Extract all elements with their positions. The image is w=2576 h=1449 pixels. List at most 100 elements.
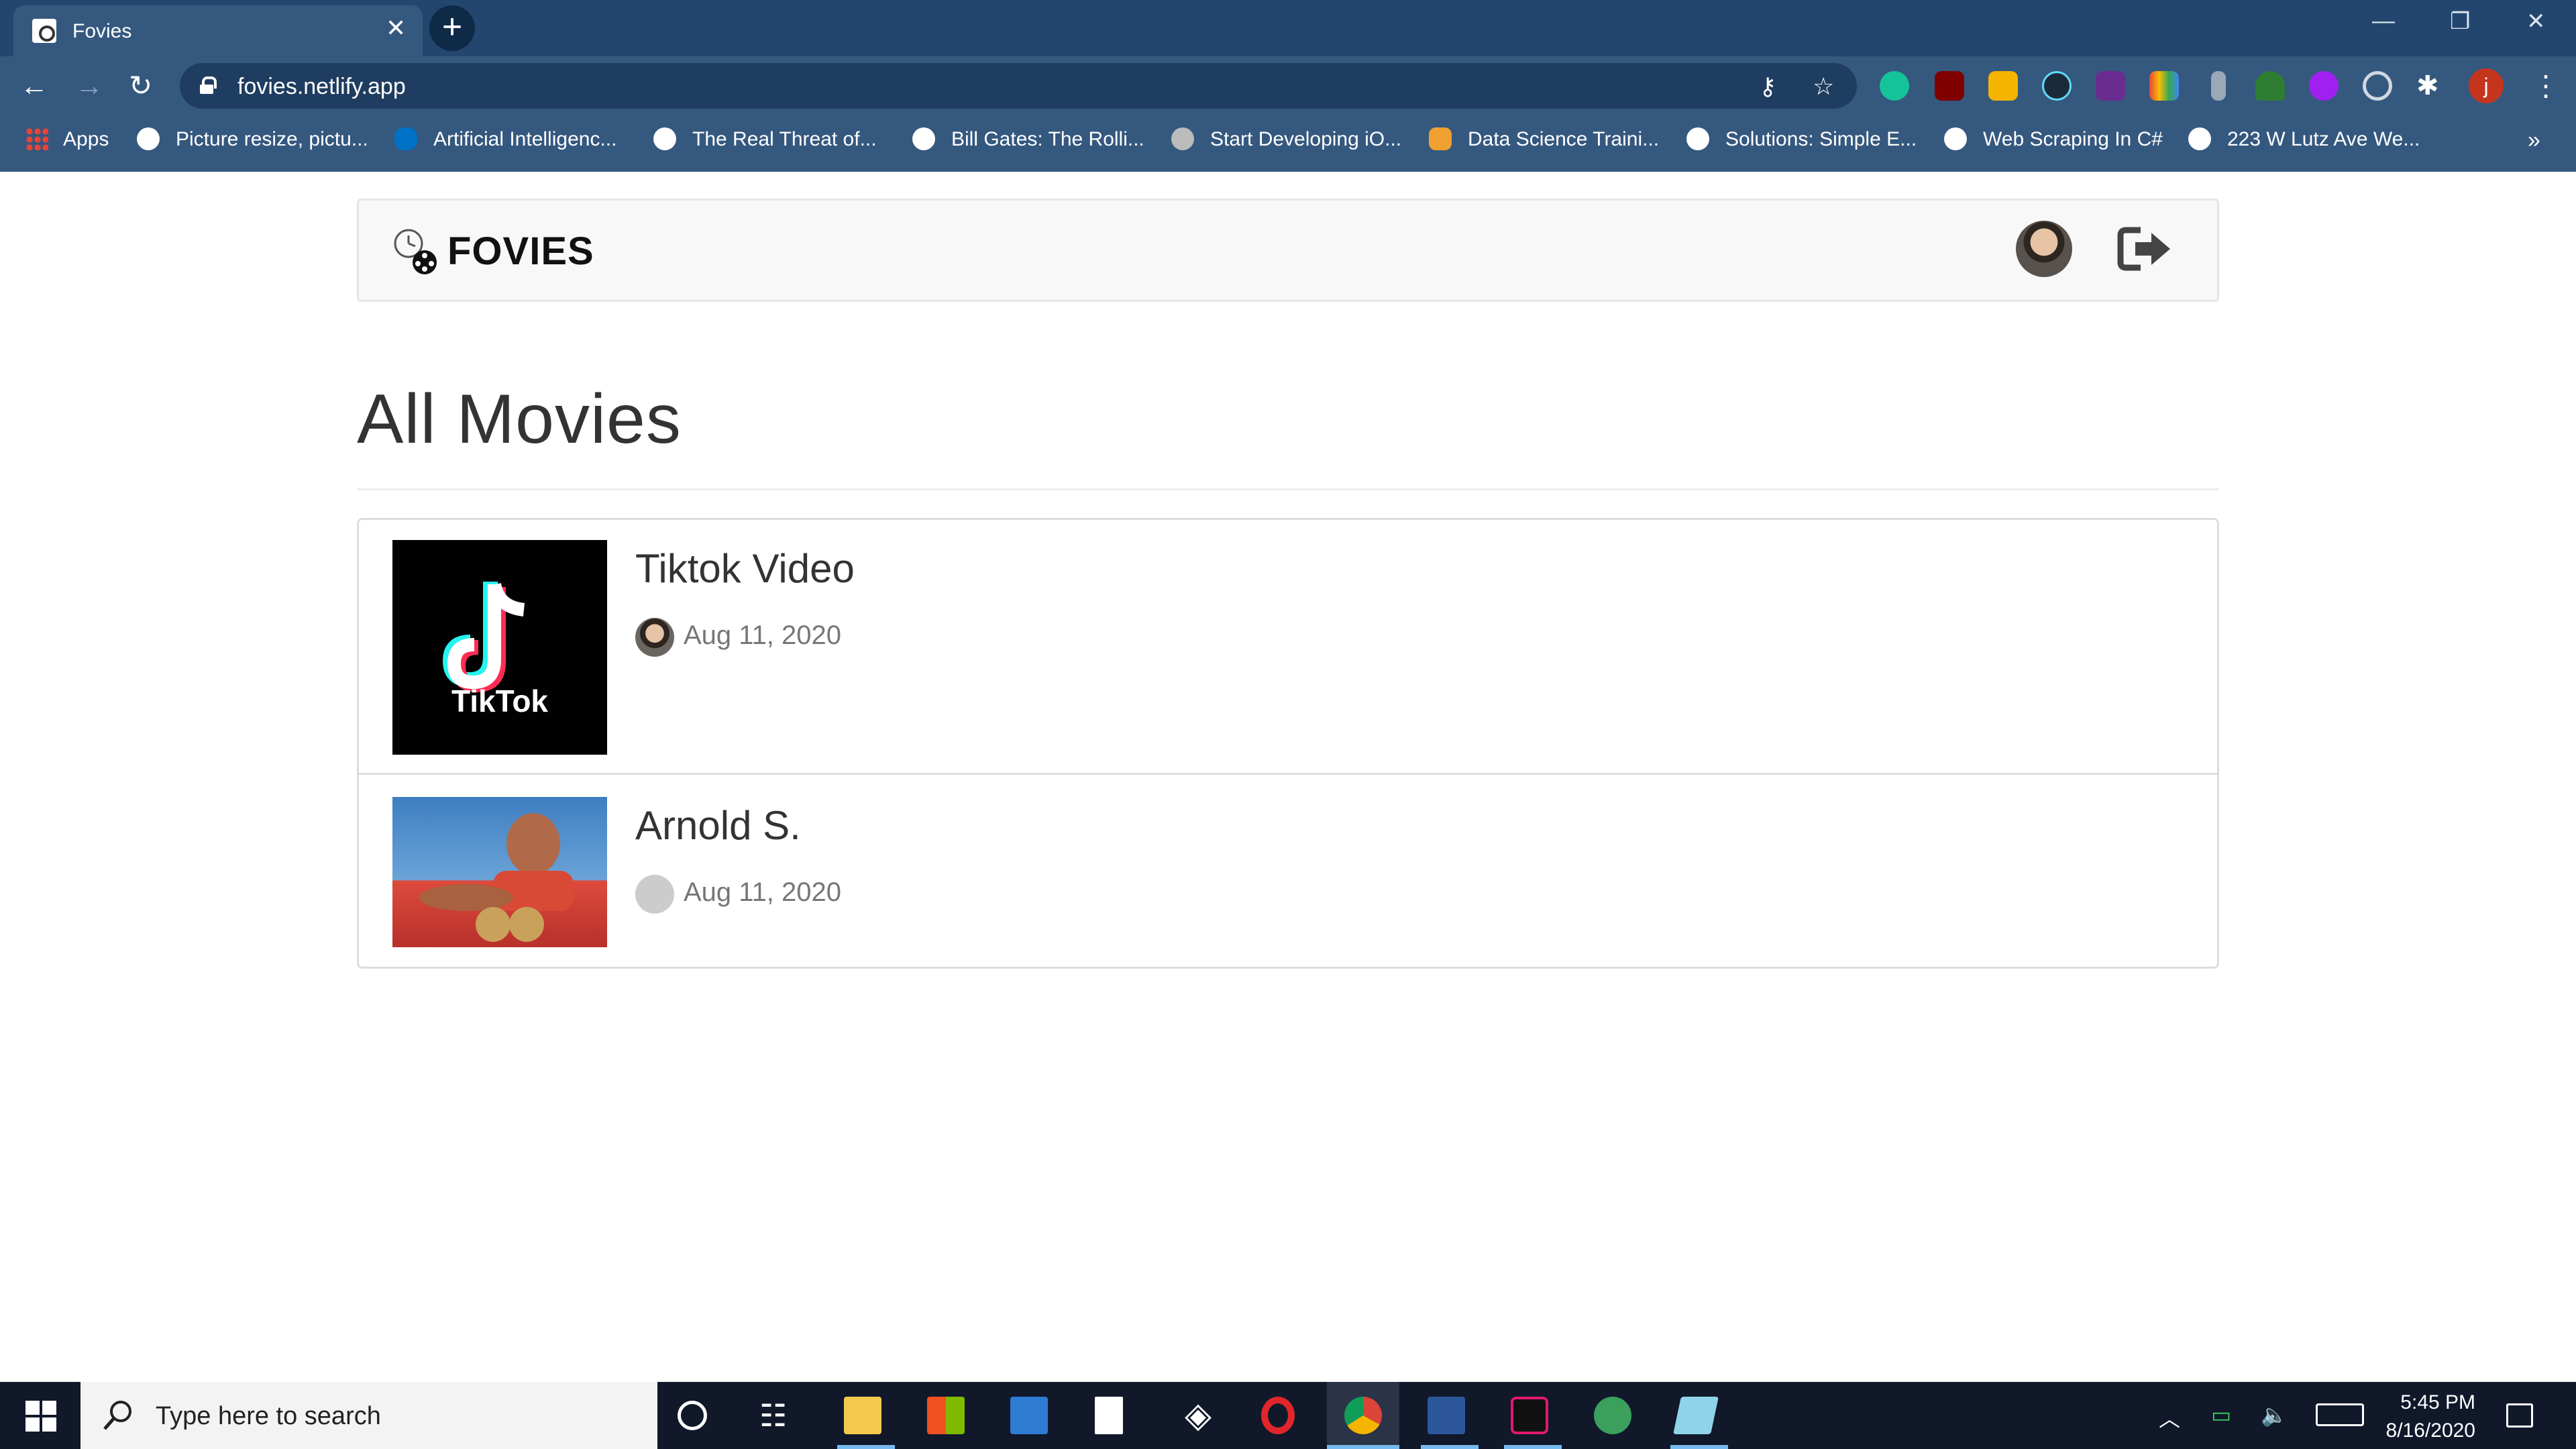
movie-row[interactable]: TikTok Tiktok Video Aug 11, 2020 <box>359 520 2217 775</box>
keyboard-icon[interactable] <box>2316 1403 2364 1426</box>
target-icon[interactable] <box>2363 71 2392 101</box>
extension-yellow-icon[interactable] <box>1988 71 2018 101</box>
unity-icon[interactable]: ◈ <box>1179 1397 1217 1434</box>
brand-name[interactable]: FOVIES <box>447 229 594 274</box>
bookmark-real-threat[interactable]: The Real Threat of... <box>653 127 877 151</box>
bookmark-label: Solutions: Simple E... <box>1725 128 1917 150</box>
new-tab-button[interactable]: + <box>429 5 475 51</box>
tiktok-wordmark: TikTok <box>451 684 548 718</box>
active-indicator <box>1327 1445 1399 1449</box>
volume-icon[interactable]: 🔈 <box>2261 1402 2288 1428</box>
extension-x-icon[interactable] <box>2096 71 2125 101</box>
address-bar[interactable]: fovies.netlify.app ⚷ ☆ <box>180 63 1857 109</box>
bookmark-solutions[interactable]: Solutions: Simple E... <box>1686 127 1917 151</box>
globe-icon <box>137 127 160 150</box>
default-avatar-icon <box>635 875 674 914</box>
bookmarks-overflow-button[interactable]: » <box>2528 127 2540 154</box>
bookmark-apps[interactable]: Apps <box>25 127 109 151</box>
cortana-icon[interactable] <box>678 1401 707 1430</box>
bookmark-bill-gates[interactable]: Bill Gates: The Rolli... <box>912 127 1144 151</box>
forward-icon[interactable]: → <box>75 67 103 105</box>
bookmark-data-science[interactable]: Data Science Traini... <box>1429 127 1659 151</box>
react-devtools-icon[interactable] <box>2042 71 2072 101</box>
active-indicator <box>1504 1445 1562 1449</box>
chrome-icon[interactable] <box>1344 1397 1382 1434</box>
bookmark-label: Start Developing iO... <box>1210 128 1402 150</box>
close-icon[interactable]: ✕ <box>386 15 406 42</box>
bookmark-label: Bill Gates: The Rolli... <box>951 128 1144 150</box>
word-icon[interactable] <box>1428 1397 1465 1434</box>
bookmark-label: Data Science Traini... <box>1468 128 1660 150</box>
ublock-icon[interactable] <box>1935 71 1964 101</box>
notepad-icon[interactable] <box>1095 1397 1123 1434</box>
logout-icon[interactable] <box>2116 222 2177 276</box>
movie-thumbnail[interactable] <box>392 797 607 947</box>
browser-tabstrip: Fovies ✕ + — ❐ ✕ <box>0 0 2576 56</box>
close-window-button[interactable]: ✕ <box>2526 8 2546 35</box>
page-title: All Movies <box>357 380 682 458</box>
menu-kebab-icon[interactable]: ⋮ <box>2532 67 2560 105</box>
movie-row[interactable]: Arnold S. Aug 11, 2020 <box>359 777 2217 967</box>
restore-button[interactable]: ❐ <box>2450 8 2470 35</box>
title-divider <box>357 488 2219 490</box>
bookmark-label: Picture resize, pictu... <box>176 128 368 150</box>
bookmark-label: Artificial Intelligenc... <box>433 128 617 150</box>
bookmark-lutz-ave[interactable]: 223 W Lutz Ave We... <box>2188 127 2420 151</box>
tray-chevron-icon[interactable]: ︿ <box>2159 1402 2180 1433</box>
color-picker-icon[interactable] <box>2149 71 2179 101</box>
extensions-puzzle-icon[interactable]: ✱ <box>2416 71 2446 101</box>
store-icon[interactable] <box>927 1397 965 1434</box>
app-green-icon[interactable] <box>1594 1397 1631 1434</box>
windows-start-icon[interactable] <box>25 1401 56 1432</box>
battery-icon[interactable]: ▭ <box>2211 1402 2231 1428</box>
bookmark-web-scraping[interactable]: Web Scraping In C# <box>1944 127 2163 151</box>
bookmark-picture-resize[interactable]: Picture resize, pictu... <box>137 127 368 151</box>
apple-icon <box>1171 127 1194 150</box>
file-explorer-icon[interactable] <box>844 1397 881 1434</box>
minimize-button[interactable]: — <box>2372 8 2395 34</box>
search-placeholder: Type here to search <box>156 1402 381 1430</box>
bookmark-label: Apps <box>63 128 109 150</box>
task-view-icon[interactable]: ☷ <box>759 1397 797 1434</box>
tiktok-logo-icon: TikTok <box>442 582 548 718</box>
notifications-icon[interactable] <box>2506 1403 2533 1428</box>
clock-date: 8/16/2020 <box>2385 1419 2475 1442</box>
tree-icon[interactable] <box>2255 71 2285 101</box>
tab-fovies[interactable]: Fovies ✕ <box>13 5 423 56</box>
url-text: fovies.netlify.app <box>237 74 406 99</box>
back-icon[interactable]: ← <box>20 67 48 105</box>
grammarly-icon[interactable] <box>1880 71 1909 101</box>
taskbar-search-box[interactable]: Type here to search <box>80 1382 657 1449</box>
film-reel-icon[interactable] <box>390 226 443 280</box>
active-indicator <box>1670 1445 1728 1449</box>
movie-date: Aug 11, 2020 <box>684 621 842 650</box>
active-indicator <box>1421 1445 1479 1449</box>
key-icon[interactable]: ⚷ <box>1759 72 1776 101</box>
person-icon <box>1429 127 1452 150</box>
fovies-favicon-icon <box>32 19 56 43</box>
star-icon[interactable]: ☆ <box>1813 72 1834 101</box>
bookmark-artificial-intelligence[interactable]: Artificial Intelligenc... <box>394 127 616 151</box>
system-clock[interactable]: 5:45 PM 8/16/2020 <box>2361 1389 2475 1445</box>
opera-icon[interactable] <box>1261 1397 1295 1434</box>
movie-date: Aug 11, 2020 <box>684 877 842 907</box>
reload-icon[interactable]: ↻ <box>129 67 152 105</box>
lock-icon <box>200 76 217 94</box>
bookmark-label: Web Scraping In C# <box>1983 128 2163 150</box>
profile-avatar[interactable]: j <box>2469 68 2504 103</box>
bookmark-label: 223 W Lutz Ave We... <box>2227 128 2420 150</box>
extension-purple-icon[interactable] <box>2309 71 2339 101</box>
extension-gray-icon[interactable] <box>2211 71 2226 101</box>
bookmark-start-developing[interactable]: Start Developing iO... <box>1171 127 1401 151</box>
mail-icon[interactable] <box>1010 1397 1048 1434</box>
movie-title[interactable]: Arnold S. <box>635 802 801 849</box>
terminal-icon[interactable] <box>1511 1397 1548 1434</box>
clock-time: 5:45 PM <box>2400 1391 2475 1413</box>
user-avatar[interactable] <box>2016 221 2072 277</box>
windows-taskbar: Type here to search ☷ ◈ ︿ ▭ 🔈 5:45 PM 8/… <box>0 1382 2576 1449</box>
app-paper-icon[interactable] <box>1673 1397 1719 1434</box>
globe-icon <box>653 127 676 150</box>
movie-thumbnail[interactable]: TikTok <box>392 540 607 755</box>
globe-icon <box>2188 127 2211 150</box>
movie-title[interactable]: Tiktok Video <box>635 545 855 592</box>
